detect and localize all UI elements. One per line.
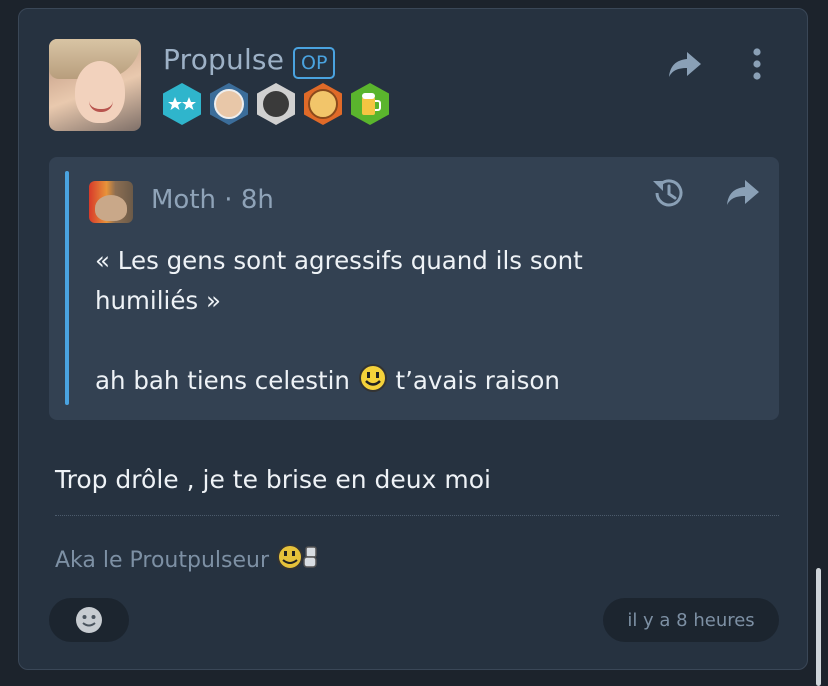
signature-text: Aka le Proutpulseur: [55, 548, 269, 573]
post-card: Propulse OP Moth · 8h « Les gens sont ag…: [18, 8, 808, 670]
stars-icon: [168, 97, 196, 110]
quote-header: Moth · 8h: [151, 185, 274, 215]
avatar-face: [75, 61, 125, 123]
quote-line-3-after: t’avais raison: [395, 366, 560, 395]
stars-badge-icon[interactable]: [163, 83, 201, 125]
smiley-toilet-icon: [277, 544, 317, 570]
history-icon[interactable]: [649, 173, 689, 217]
scrollbar[interactable]: [816, 568, 821, 686]
beer-icon: [362, 93, 381, 115]
timestamp-pill: il y a 8 heures: [603, 598, 779, 642]
grandpa-face-icon: [214, 89, 244, 119]
quote-share-icon[interactable]: [725, 177, 761, 211]
portrait-badge-icon[interactable]: [257, 83, 295, 125]
quote-line-3: ah bah tiens celestin t’avais raison: [95, 361, 655, 401]
portrait-face-icon: [263, 91, 289, 117]
quote-line-2: humiliés »: [95, 286, 221, 315]
quote-author[interactable]: Moth: [151, 185, 216, 215]
monkey-badge-icon[interactable]: [304, 83, 342, 125]
op-badge: OP: [293, 47, 336, 79]
quote-author-avatar[interactable]: [89, 181, 133, 223]
grandpa-badge-icon[interactable]: [210, 83, 248, 125]
add-reaction-button[interactable]: [49, 598, 129, 642]
cat-image: [95, 195, 127, 221]
quote-time: 8h: [240, 185, 274, 215]
quote-body: « Les gens sont agressifs quand ils sont…: [95, 241, 655, 401]
quote-separator: ·: [224, 185, 233, 215]
smiley-icon: [358, 364, 387, 392]
emoji-reaction-icon: [76, 607, 102, 633]
quote-line-1: « Les gens sont agressifs quand ils sont: [95, 246, 583, 275]
reply-text: Trop drôle , je te brise en deux moi: [55, 465, 491, 494]
signature: Aka le Proutpulseur: [55, 541, 320, 573]
beer-badge-icon[interactable]: [351, 83, 389, 125]
monkey-face-icon: [308, 89, 338, 119]
badge-list: [163, 83, 389, 125]
signature-divider: [55, 515, 779, 516]
share-icon[interactable]: [667, 49, 703, 83]
more-vertical-icon[interactable]: [747, 47, 767, 85]
quote-line-3-before: ah bah tiens celestin: [95, 366, 350, 395]
user-avatar[interactable]: [49, 39, 141, 131]
username[interactable]: Propulse: [163, 43, 284, 76]
quote-bar: [65, 171, 69, 405]
quoted-message: Moth · 8h « Les gens sont agressifs quan…: [49, 157, 779, 420]
